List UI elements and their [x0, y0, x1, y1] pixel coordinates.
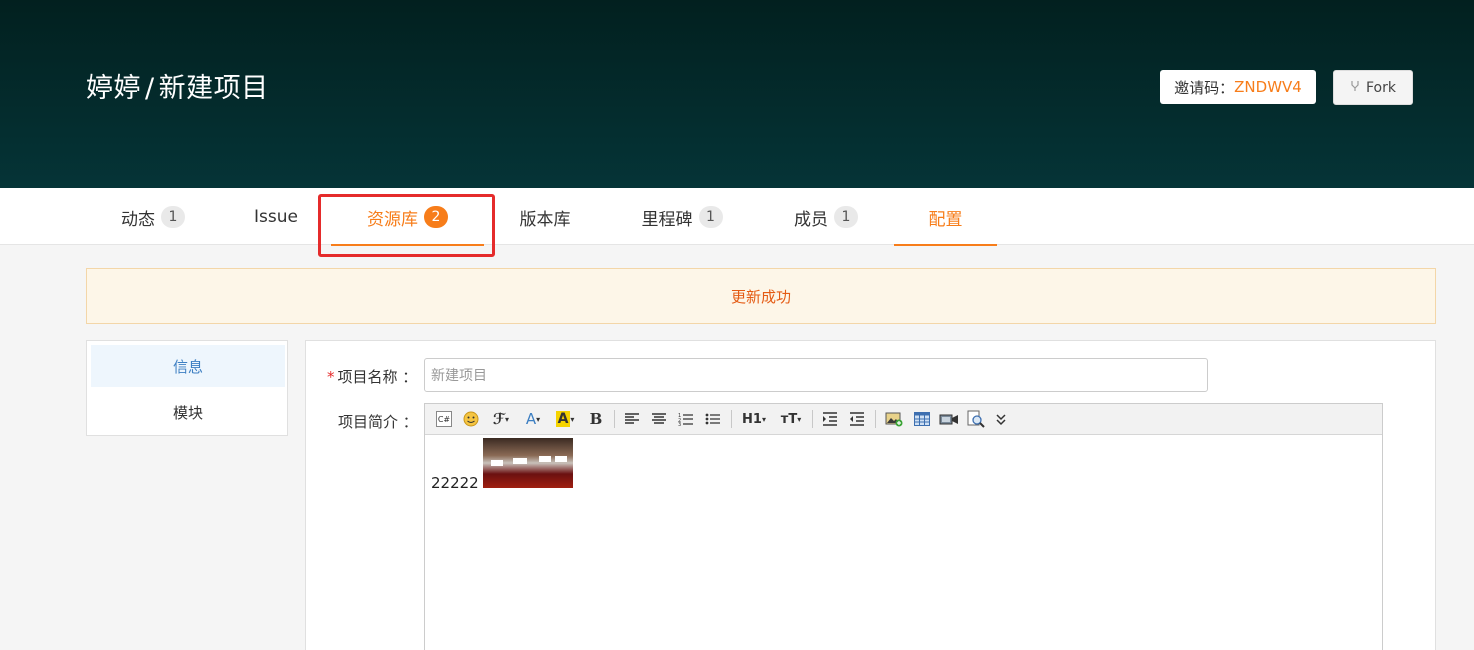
- font-family-glyph: ℱ: [492, 410, 506, 428]
- sidebar-item-info[interactable]: 信息: [91, 345, 285, 387]
- html-source-icon[interactable]: C#: [436, 411, 452, 427]
- project-description-label-text: 项目简介 ：: [338, 413, 418, 431]
- font-size-icon[interactable]: тT ▾: [778, 409, 804, 429]
- font-family-icon[interactable]: ℱ ▾: [488, 409, 514, 429]
- fork-button[interactable]: Fork: [1333, 70, 1413, 105]
- indent-icon[interactable]: [821, 409, 839, 429]
- tab-label: 成员: [794, 209, 828, 230]
- invite-code-badge: 邀请码： ZNDWV4: [1160, 70, 1316, 104]
- tab-repository[interactable]: 资源库 2: [331, 188, 484, 246]
- page-title: 婷婷 / 新建项目: [86, 66, 269, 105]
- ordered-list-icon[interactable]: 123: [677, 409, 695, 429]
- tab-label: Issue: [254, 207, 298, 227]
- unordered-list-icon[interactable]: [704, 409, 722, 429]
- tab-activity[interactable]: 动态 1: [105, 188, 201, 246]
- title-separator: /: [145, 73, 155, 104]
- tab-label: 资源库: [367, 209, 418, 230]
- svg-text:3: 3: [678, 422, 681, 426]
- bold-icon[interactable]: B: [587, 409, 605, 429]
- project-name-label: * 项目名称 ：: [327, 366, 417, 387]
- tab-underline: [331, 244, 484, 246]
- tab-issue[interactable]: Issue: [236, 188, 316, 246]
- rich-text-editor[interactable]: C# ℱ ▾ A ▾ A ▾ B 123 H1 ▾ тT ▾ 22222: [424, 403, 1383, 650]
- project-description-label: 项目简介 ：: [338, 411, 418, 432]
- emoji-icon[interactable]: [461, 409, 481, 429]
- fork-label: Fork: [1366, 79, 1396, 96]
- toolbar-divider: [731, 410, 732, 428]
- tab-members[interactable]: 成员 1: [780, 188, 872, 246]
- bold-glyph: B: [589, 410, 603, 428]
- invite-code: ZNDWV4: [1234, 78, 1302, 96]
- font-size-glyph: тT: [780, 411, 798, 427]
- tab-versions[interactable]: 版本库: [500, 188, 590, 246]
- sidebar-item-label: 模块: [172, 403, 203, 422]
- insert-image-icon[interactable]: [884, 409, 904, 429]
- success-alert: 更新成功: [86, 268, 1436, 324]
- font-color-glyph: A: [525, 410, 537, 428]
- sidebar-item-label: 信息: [172, 357, 203, 376]
- project-name-input[interactable]: [424, 358, 1208, 392]
- tab-count-badge: 1: [698, 206, 723, 228]
- project-name-link[interactable]: 新建项目: [159, 73, 269, 104]
- toolbar-divider: [875, 410, 876, 428]
- tab-count-badge: 1: [161, 206, 185, 228]
- more-icon[interactable]: [993, 409, 1009, 429]
- toolbar-divider: [812, 410, 813, 428]
- align-center-icon[interactable]: [650, 409, 668, 429]
- editor-text: 22222: [431, 474, 479, 492]
- sidebar-item-modules[interactable]: 模块: [91, 391, 285, 433]
- preview-icon[interactable]: [966, 409, 986, 429]
- invite-label: 邀请码：: [1174, 78, 1235, 97]
- alert-message: 更新成功: [730, 287, 791, 306]
- toolbar-divider: [614, 410, 615, 428]
- highlight-icon[interactable]: A ▾: [552, 409, 578, 429]
- heading-icon[interactable]: H1 ▾: [739, 409, 769, 429]
- tab-count-badge: 1: [834, 206, 858, 228]
- project-header: 婷婷 / 新建项目 邀请码： ZNDWV4 Fork: [0, 0, 1474, 188]
- required-asterisk: *: [327, 368, 335, 386]
- fork-icon: [1350, 80, 1360, 95]
- media-icon[interactable]: [938, 409, 960, 429]
- tab-label: 配置: [928, 209, 963, 230]
- tab-underline: [894, 244, 997, 246]
- project-tabs: 动态 1 Issue 资源库 2 版本库 里程碑 1 成员 1 配置: [0, 188, 1474, 246]
- settings-sidebar: 信息 模块: [86, 340, 288, 436]
- embedded-image[interactable]: [483, 438, 573, 488]
- project-name-label-text: 项目名称 ：: [337, 368, 418, 386]
- table-icon[interactable]: [912, 409, 932, 429]
- tab-settings[interactable]: 配置: [894, 188, 997, 246]
- outdent-icon[interactable]: [848, 409, 866, 429]
- font-color-icon[interactable]: A ▾: [521, 409, 545, 429]
- tab-label: 里程碑: [641, 209, 693, 230]
- tab-count-badge: 2: [424, 206, 448, 228]
- align-left-icon[interactable]: [623, 409, 641, 429]
- tab-milestones[interactable]: 里程碑 1: [626, 188, 738, 246]
- editor-toolbar: C# ℱ ▾ A ▾ A ▾ B 123 H1 ▾ тT ▾: [425, 404, 1382, 435]
- owner-link[interactable]: 婷婷: [86, 73, 141, 104]
- tab-label: 动态: [121, 209, 155, 230]
- highlight-glyph: A: [555, 411, 571, 427]
- heading-glyph: H1: [742, 411, 762, 427]
- tab-label: 版本库: [519, 209, 571, 230]
